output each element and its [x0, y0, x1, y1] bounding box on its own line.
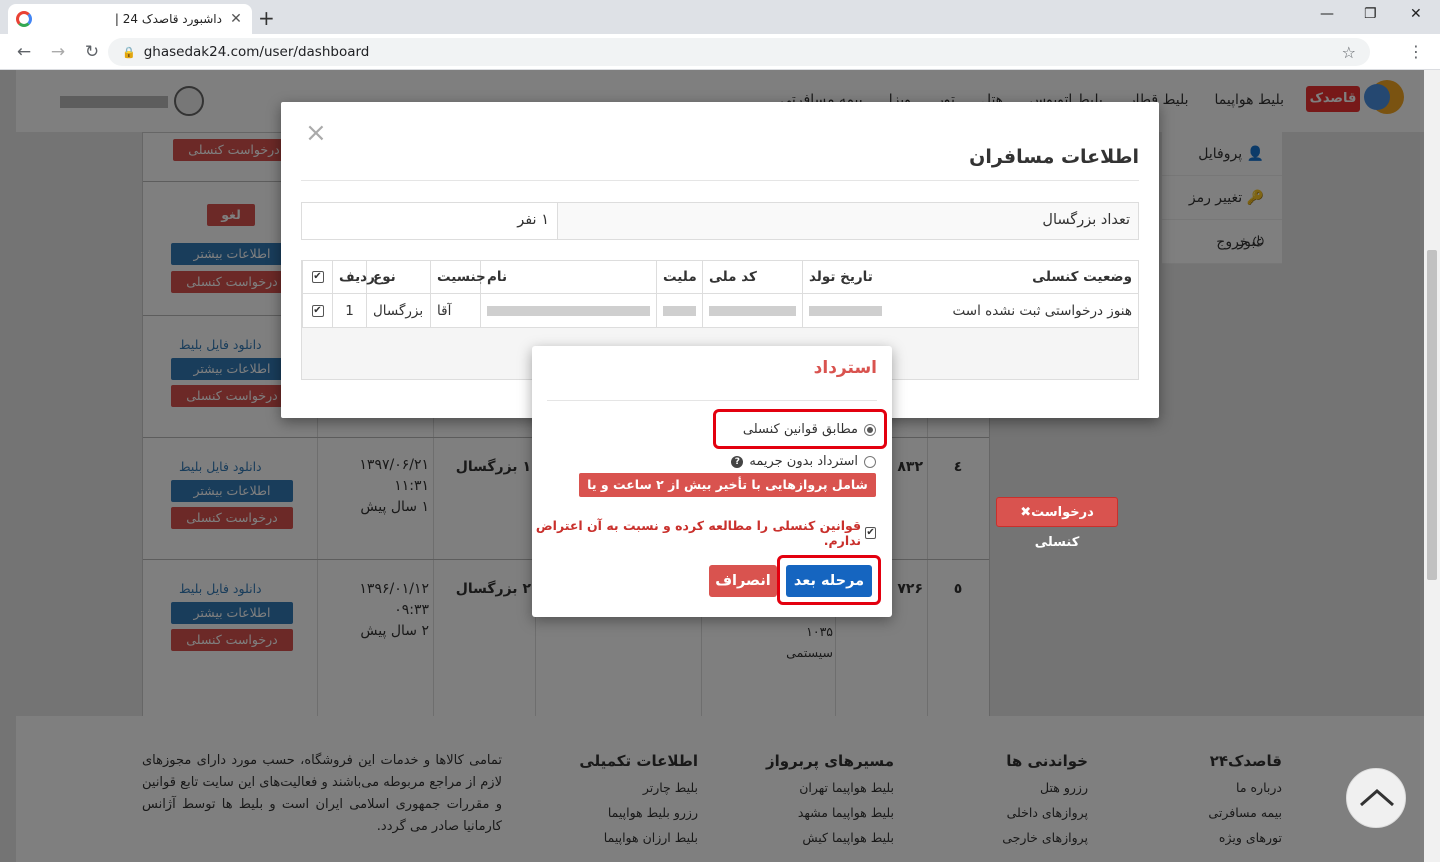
agree-label: قوانین کنسلی را مطالعه کرده و نسبت به آن…: [535, 518, 862, 548]
page-scrollbar[interactable]: [1424, 70, 1440, 862]
url-text: ghasedak24.com/user/dashboard: [143, 44, 370, 60]
option-no-penalty-radio[interactable]: استرداد بدون جریمه ?: [731, 454, 876, 469]
refund-dialog: استرداد مطابق قوانین کنسلی استرداد بدون …: [532, 346, 892, 617]
adult-count-table: تعداد بزرگسال ۱ نفر: [301, 202, 1139, 240]
refund-title: استرداد: [813, 358, 877, 378]
url-field[interactable]: 🔒 ghasedak24.com/user/dashboard ☆: [108, 38, 1370, 66]
option-rules-radio[interactable]: مطابق قوانین کنسلی: [743, 422, 876, 437]
tab-strip: داشبورد قاصدک 24 | ✕ + — ❐ ✕: [0, 0, 1440, 34]
help-icon[interactable]: ?: [731, 455, 744, 468]
address-bar-row: ← → ↻ 🔒 ghasedak24.com/user/dashboard ☆ …: [0, 34, 1440, 70]
col-header: نام: [480, 261, 656, 293]
new-tab-button[interactable]: +: [258, 6, 275, 30]
scroll-to-top-button[interactable]: [1346, 768, 1406, 828]
col-header: تاریخ تولد: [802, 261, 888, 293]
browser-menu-icon[interactable]: ⋮: [1408, 42, 1424, 61]
site-favicon-icon: [16, 11, 32, 27]
page-viewport: قاصدک بلیط هواپیما بلیط قطار بلیط اتوبوس…: [0, 70, 1424, 862]
row-type: بزرگسال: [366, 294, 430, 327]
minimize-icon[interactable]: —: [1320, 6, 1334, 22]
agree-checkbox[interactable]: ✔: [865, 527, 876, 539]
scrollbar-thumb[interactable]: [1427, 250, 1437, 580]
restore-icon[interactable]: ❐: [1364, 6, 1377, 22]
national-id-blurred: [709, 305, 796, 316]
back-icon[interactable]: ←: [14, 42, 34, 62]
col-header: نوع: [366, 261, 430, 293]
radio-icon[interactable]: [864, 455, 876, 468]
browser-tab[interactable]: داشبورد قاصدک 24 | ✕: [8, 4, 252, 34]
close-icon[interactable]: ×: [305, 118, 327, 148]
tab-close-icon[interactable]: ✕: [228, 11, 244, 27]
cancel-request-button[interactable]: ✖درخواست کنسلی: [996, 497, 1118, 550]
tab-title: داشبورد قاصدک 24 |: [114, 12, 222, 26]
window-close-icon[interactable]: ✕: [1410, 6, 1422, 22]
select-all-checkbox[interactable]: ✔: [311, 271, 324, 283]
no-penalty-warning: شامل پروازهایی با تأخیر بیش از ۲ ساعت و …: [579, 473, 876, 516]
adult-count-value: ۱ نفر: [302, 203, 558, 239]
chevron-up-icon: [1360, 789, 1394, 807]
table-row: ✔ 1 بزرگسال آقا هنوز درخواستی ثبت نشده ا…: [302, 294, 1138, 328]
bookmark-star-icon[interactable]: ☆: [1342, 43, 1356, 62]
birthdate-blurred: [809, 305, 882, 316]
agree-checkbox-row[interactable]: ✔ قوانین کنسلی را مطالعه کرده و نسبت به …: [532, 518, 876, 548]
reload-icon[interactable]: ↻: [82, 42, 102, 62]
option-label: استرداد بدون جریمه: [749, 454, 858, 469]
radio-selected-icon[interactable]: [864, 423, 876, 436]
col-header: ردیف: [332, 261, 375, 293]
col-header: کد ملی: [702, 261, 802, 293]
table-header: ✔ ردیف نوع جنسیت نام ملیت کد ملی تاریخ ت…: [302, 261, 1138, 294]
next-step-button[interactable]: مرحله بعد: [786, 565, 872, 597]
browser-chrome: داشبورد قاصدک 24 | ✕ + — ❐ ✕ ← → ↻ 🔒 gha…: [0, 0, 1440, 70]
row-index: 1: [332, 294, 366, 327]
row-gender: آقا: [430, 294, 480, 327]
dismiss-button[interactable]: انصراف: [709, 565, 777, 597]
col-header: ملیت: [656, 261, 702, 293]
forward-icon[interactable]: →: [48, 42, 68, 62]
adult-count-label: تعداد بزرگسال: [1042, 212, 1130, 228]
nationality-blurred: [663, 305, 696, 316]
option-label: مطابق قوانین کنسلی: [742, 422, 858, 437]
col-header: جنسیت: [430, 261, 486, 293]
name-blurred: [487, 305, 650, 316]
lock-icon: 🔒: [122, 45, 136, 59]
col-header: وضعیت کنسلی: [1032, 269, 1132, 285]
row-status: هنوز درخواستی ثبت نشده است: [952, 302, 1132, 319]
row-checkbox[interactable]: ✔: [311, 304, 324, 317]
modal-title: اطلاعات مسافران: [969, 146, 1139, 168]
